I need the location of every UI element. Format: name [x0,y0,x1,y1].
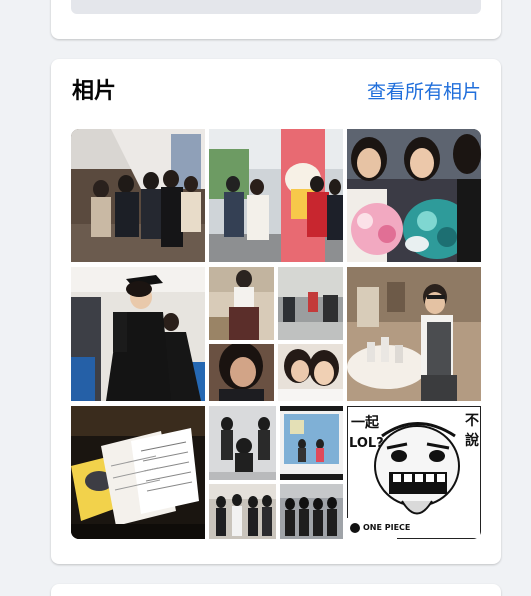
photo-collage-dance[interactable] [209,406,343,539]
photo-flowers-girls[interactable] [347,129,481,262]
photo-stairs-group[interactable] [71,129,205,262]
comic-logo-text: ONE PIECE [363,523,411,532]
collage-cell-team-a [209,484,276,539]
photo-grid: 一起 LOL? 不 說 ONE PIECE [71,129,481,539]
collage-cell-team-b [280,484,343,539]
photos-header: 相片 查看所有相片 [72,77,481,107]
collage-cell-dancers [209,406,276,480]
photo-graduation-gown[interactable] [71,267,205,401]
photo-mascot-group[interactable] [209,129,343,262]
photo-banquet-man[interactable] [347,267,481,401]
comic-text-left-mid: LOL? [349,436,384,451]
previous-card [51,0,501,39]
collage-cell-girl-right [278,344,343,401]
collage-cell-kitchen [278,267,343,340]
page: 相片 查看所有相片 一起 LOL? 不 說 ONE PIECE [0,0,531,596]
photos-card: 相片 查看所有相片 一起 LOL? 不 說 ONE PIECE [51,59,501,564]
photos-title: 相片 [72,79,117,104]
photo-collage-restaurant[interactable] [209,267,343,401]
next-card [51,584,501,596]
photo-comic-page[interactable]: 一起 LOL? 不 說 ONE PIECE [347,406,481,539]
gray-button-bar[interactable] [71,0,481,14]
see-all-photos-link[interactable]: 查看所有相片 [367,77,481,107]
collage-cell-chef [209,267,274,340]
photo-receipts[interactable] [71,406,205,539]
comic-text-right-top: 不 [465,413,479,429]
collage-cell-stage [280,406,343,480]
collage-cell-girl-left [209,344,274,401]
comic-text-right-mid: 說 [465,433,479,449]
comic-text-left-top: 一起 [351,415,379,431]
